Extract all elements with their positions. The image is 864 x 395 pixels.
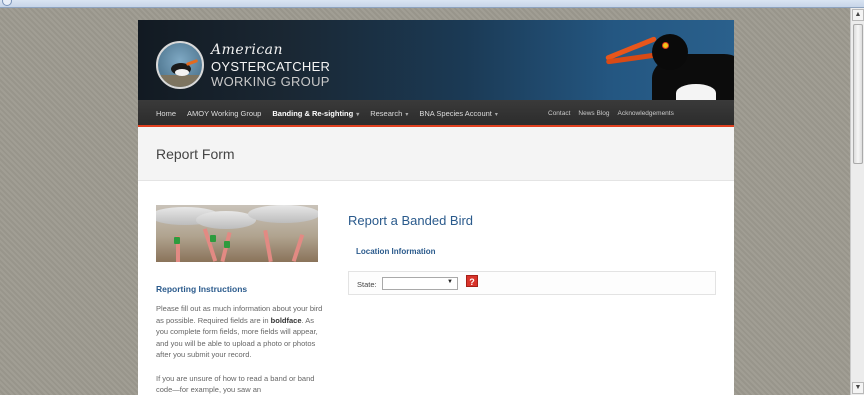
nav-primary: Home AMOY Working Group Banding & Re-sig…	[156, 109, 498, 118]
page-title-strip: Report Form	[138, 127, 734, 181]
state-label: State:	[357, 280, 377, 289]
nav-item-home[interactable]: Home	[156, 109, 176, 118]
reporting-instructions-heading: Reporting Instructions	[156, 284, 248, 294]
page-title: Report Form	[156, 146, 235, 162]
logo-line-oystercatcher: OYSTERCATCHER	[211, 59, 331, 74]
nav-item-research[interactable]: Research ▾	[370, 109, 408, 118]
sidebar: Reporting Instructions Please fill out a…	[156, 205, 328, 395]
chevron-down-icon: ▾	[494, 112, 498, 118]
banded-bird-legs-image	[156, 205, 318, 262]
browser-chrome	[0, 0, 864, 8]
help-icon[interactable]: ?	[466, 275, 478, 287]
form-title: Report a Banded Bird	[348, 213, 474, 228]
select-arrow-icon[interactable]: ▼	[447, 279, 453, 285]
band-code-help-text: If you are unsure of how to read a band …	[156, 373, 315, 395]
nav-item-acknowledgements[interactable]: Acknowledgements	[617, 110, 673, 117]
chevron-down-icon: ▾	[405, 112, 409, 118]
logo-line-working-group: WORKING GROUP	[211, 74, 330, 89]
oystercatcher-logo-icon[interactable]	[156, 41, 204, 89]
site-banner: American OYSTERCATCHER WORKING GROUP	[138, 20, 734, 100]
window-scrollbar[interactable]: ▲ ▼	[850, 8, 864, 395]
nav-item-bna-species-account[interactable]: BNA Species Account ▾	[419, 109, 498, 118]
report-form: Report a Banded Bird Location Informatio…	[348, 213, 716, 295]
nav-item-news-blog[interactable]: News Blog	[578, 110, 609, 117]
scrollbar-thumb[interactable]	[853, 24, 863, 164]
chevron-down-icon: ▾	[356, 112, 360, 118]
scroll-down-arrow-icon[interactable]: ▼	[852, 382, 864, 394]
nav-item-banding-resighting[interactable]: Banding & Re-sighting ▾	[272, 109, 359, 118]
nav-item-contact[interactable]: Contact	[548, 110, 570, 117]
site-logo-text[interactable]: American OYSTERCATCHER WORKING GROUP	[211, 42, 330, 89]
location-section-heading: Location Information	[356, 247, 436, 256]
browser-corner-icon	[2, 0, 12, 6]
scroll-up-arrow-icon[interactable]: ▲	[852, 9, 864, 21]
logo-line-american: American	[211, 42, 284, 58]
page-container: American OYSTERCATCHER WORKING GROUP Hom…	[138, 20, 734, 395]
main-nav: Home AMOY Working Group Banding & Re-sig…	[138, 100, 734, 127]
oystercatcher-banner-image	[604, 20, 734, 100]
nav-secondary: Contact News Blog Acknowledgements	[548, 110, 674, 117]
main-content: Reporting Instructions Please fill out a…	[138, 181, 734, 395]
state-field-row: State: ▼ ?	[348, 271, 716, 295]
reporting-instructions-text: Please fill out as much information abou…	[156, 304, 323, 359]
nav-item-amoy-working-group[interactable]: AMOY Working Group	[187, 109, 261, 118]
